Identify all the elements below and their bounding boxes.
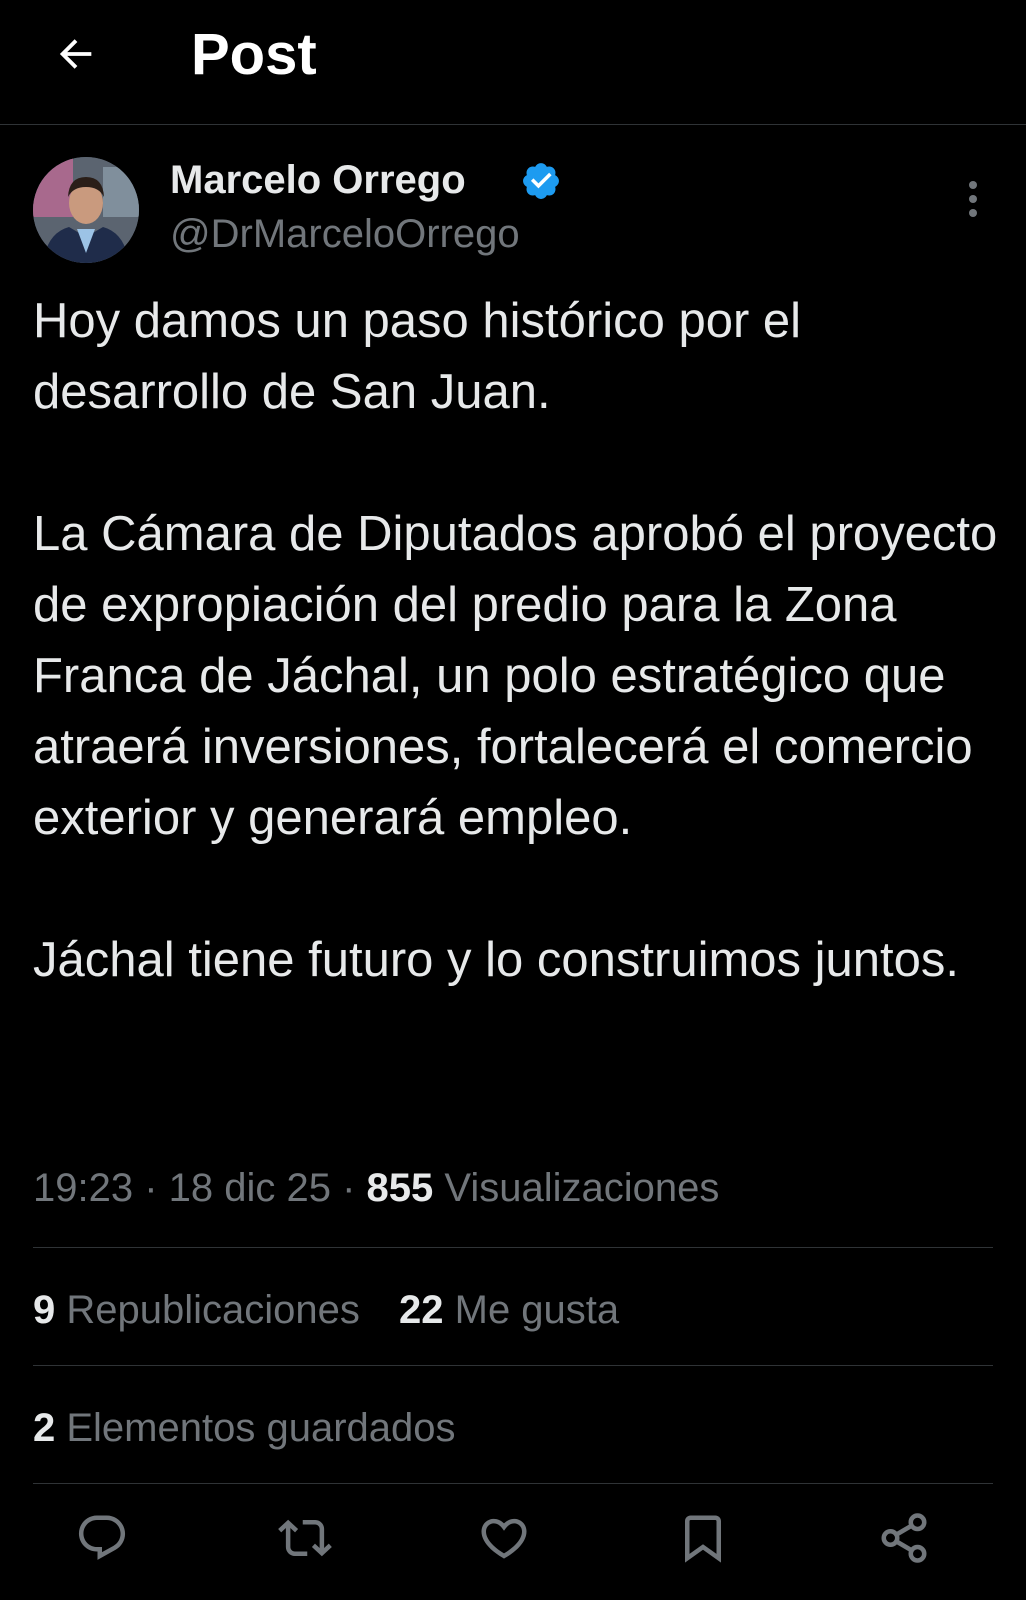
like-button[interactable] <box>474 1508 534 1568</box>
profile-photo <box>33 157 139 263</box>
likes-count: 22 <box>399 1288 444 1332</box>
reply-icon <box>78 1515 126 1560</box>
share-button[interactable] <box>874 1508 934 1568</box>
share-icon <box>881 1513 927 1563</box>
reposts-count: 9 <box>33 1288 56 1332</box>
reply-button[interactable] <box>72 1508 132 1568</box>
bookmarks-label: Elementos guardados <box>55 1406 456 1450</box>
post-paragraph: Jáchal tiene futuro y lo construimos jun… <box>33 933 960 987</box>
back-button[interactable] <box>44 22 108 86</box>
repost-icon <box>278 1519 332 1557</box>
post-paragraph: Hoy damos un paso histórico por el desar… <box>33 294 802 419</box>
post-time[interactable]: 19:23 <box>33 1166 133 1210</box>
views-label: Visualizaciones <box>433 1166 720 1210</box>
page-title: Post <box>191 22 317 87</box>
divider <box>33 1247 993 1248</box>
engagement-stats: 9 Republicaciones 22 Me gusta <box>33 1282 647 1338</box>
bookmarks-stats: 2 Elementos guardados <box>33 1400 484 1456</box>
heart-icon <box>481 1518 527 1559</box>
post-paragraph: La Cámara de Diputados aprobó el proyect… <box>33 507 998 845</box>
verified-badge-icon <box>523 163 559 199</box>
post-text: Hoy damos un paso histórico por el desar… <box>33 286 1001 996</box>
repost-button[interactable] <box>275 1508 335 1568</box>
bookmarks-stat[interactable]: 2 Elementos guardados <box>33 1400 456 1456</box>
reposts-stat[interactable]: 9 Republicaciones <box>33 1282 360 1338</box>
reposts-label: Republicaciones <box>55 1288 360 1332</box>
top-bar: Post <box>0 0 1026 125</box>
likes-label: Me gusta <box>443 1288 620 1332</box>
likes-stat[interactable]: 22 Me gusta <box>399 1282 619 1338</box>
more-options-button[interactable] <box>948 174 998 224</box>
more-vertical-icon <box>969 181 977 217</box>
bookmarks-count: 2 <box>33 1406 56 1450</box>
divider <box>33 1483 993 1484</box>
divider <box>33 1365 993 1366</box>
action-bar <box>0 1500 1026 1572</box>
author-name[interactable]: Marcelo Orrego <box>170 156 466 204</box>
arrow-left-icon <box>59 39 92 69</box>
meta-separator: · <box>133 1166 169 1210</box>
bookmark-icon <box>685 1515 721 1563</box>
meta-separator: · <box>331 1166 367 1210</box>
post-meta: 19:23 · 18 dic 25 · 855 Visualizaciones <box>33 1160 719 1216</box>
author-handle[interactable]: @DrMarceloOrrego <box>170 210 520 258</box>
post-date[interactable]: 18 dic 25 <box>169 1166 331 1210</box>
avatar[interactable] <box>33 157 139 263</box>
bookmark-button[interactable] <box>673 1508 733 1568</box>
views-count: 855 <box>366 1166 434 1210</box>
